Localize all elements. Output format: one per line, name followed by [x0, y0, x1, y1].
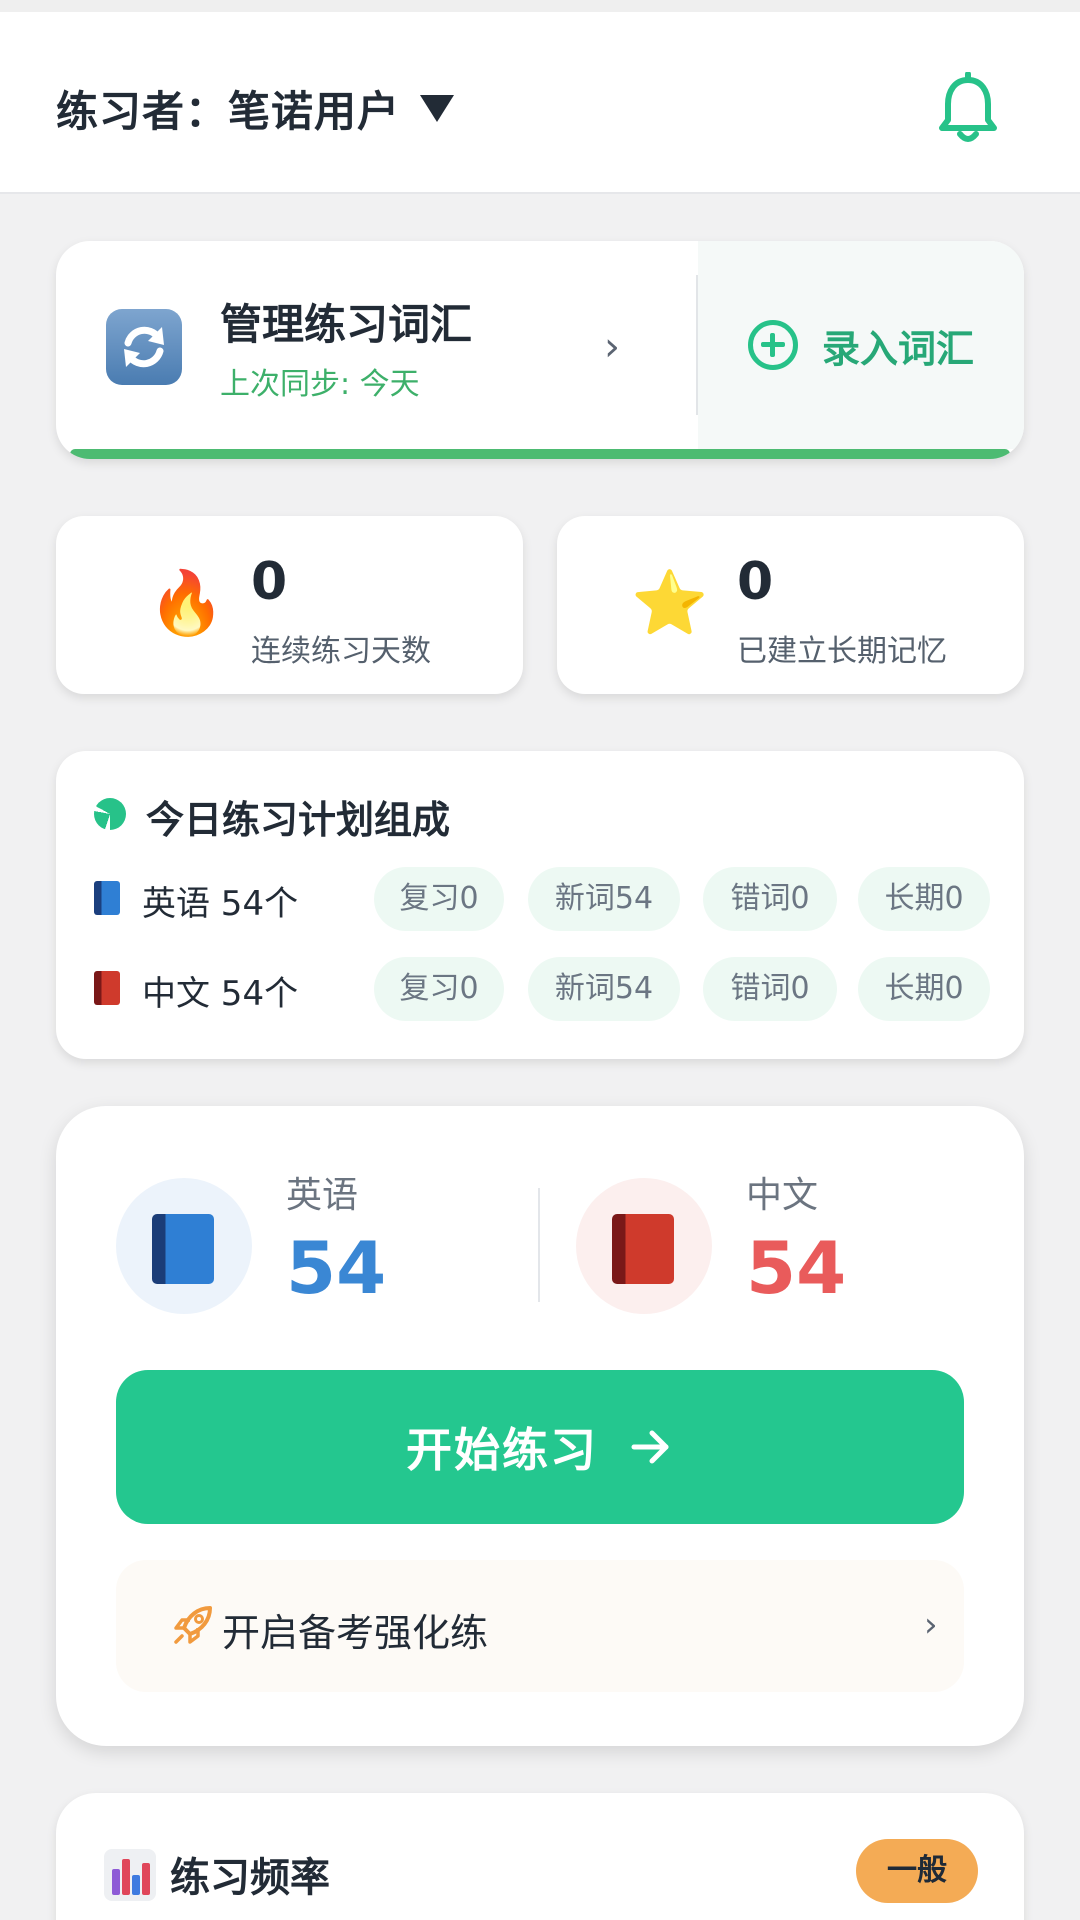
- add-vocab-label: 录入词汇: [822, 326, 975, 371]
- streak-label: 连续练习天数: [251, 634, 431, 669]
- bar-chart-icon: [104, 1849, 156, 1901]
- frequency-badge[interactable]: 一般: [856, 1839, 978, 1903]
- sync-progress-bar: [70, 449, 1010, 459]
- manage-title: 管理练习词汇: [220, 300, 473, 349]
- chip-wrong: 错词0: [703, 867, 837, 931]
- start-practice-button[interactable]: 开始练习: [116, 1370, 964, 1524]
- frequency-title: 练习频率: [170, 1855, 330, 1901]
- chip-review: 复习0: [374, 867, 504, 931]
- status-bar-strip: [0, 0, 1080, 12]
- fire-icon: 🔥: [148, 566, 226, 639]
- plan-card: 今日练习计划组成 英语 54个 复习0 新词54 错词0 长期0 中文 54个 …: [56, 751, 1024, 1059]
- chip-new: 新词54: [528, 957, 680, 1021]
- chip-new: 新词54: [528, 867, 680, 931]
- rocket-icon: [174, 1606, 212, 1644]
- blue-book-icon: [152, 1214, 214, 1284]
- practice-card: 英语 54 中文 54 开始练习 开启备考强化练 ›: [56, 1106, 1024, 1746]
- english-count: 54: [286, 1226, 387, 1310]
- add-vocab-button[interactable]: 录入词汇: [698, 241, 1024, 449]
- chinese-label: 中文: [746, 1175, 819, 1216]
- chip-wrong: 错词0: [703, 957, 837, 1021]
- sync-icon: [106, 309, 182, 385]
- plan-row-label: 英语 54个: [142, 884, 299, 924]
- user-selector[interactable]: 练习者：笔诺用户: [56, 78, 455, 139]
- memory-card: ⭐ 0 已建立长期记忆: [557, 516, 1024, 694]
- chevron-right-icon: ›: [924, 1605, 938, 1645]
- chip-longterm: 长期0: [858, 867, 990, 931]
- plan-row-english: 英语 54个 复习0 新词54 错词0 长期0: [94, 867, 1014, 931]
- chinese-book-badge: [576, 1178, 712, 1314]
- manage-vocab-button[interactable]: 管理练习词汇 上次同步: 今天 ›: [56, 241, 698, 449]
- start-practice-label: 开始练习: [406, 1423, 598, 1477]
- frequency-card: 练习频率 一般: [56, 1793, 1024, 1920]
- plus-circle-icon: [748, 320, 798, 370]
- chip-longterm: 长期0: [858, 957, 990, 1021]
- divider: [538, 1188, 540, 1302]
- caret-down-icon: [420, 95, 455, 122]
- arrow-right-icon: [631, 1430, 669, 1464]
- header-title: 练习者：笔诺用户: [56, 87, 401, 136]
- blue-book-icon: [94, 881, 120, 915]
- streak-value: 0: [251, 552, 288, 612]
- pie-chart-icon: [94, 798, 126, 830]
- memory-value: 0: [737, 552, 774, 612]
- chip-review: 复习0: [374, 957, 504, 1021]
- sync-status: 上次同步: 今天: [220, 367, 420, 402]
- plan-row-chinese: 中文 54个 复习0 新词54 错词0 长期0: [94, 957, 1014, 1021]
- chinese-count: 54: [746, 1226, 847, 1310]
- plan-row-label: 中文 54个: [142, 974, 299, 1014]
- top-header: 练习者：笔诺用户: [0, 12, 1080, 194]
- plan-title: 今日练习计划组成: [146, 798, 451, 842]
- exam-intensive-label: 开启备考强化练: [222, 1611, 489, 1655]
- star-icon: ⭐: [631, 566, 709, 639]
- english-label: 英语: [286, 1175, 359, 1216]
- bell-icon[interactable]: [936, 72, 1000, 148]
- memory-label: 已建立长期记忆: [737, 634, 947, 669]
- streak-card: 🔥 0 连续练习天数: [56, 516, 523, 694]
- exam-intensive-button[interactable]: 开启备考强化练 ›: [116, 1560, 964, 1692]
- red-book-icon: [94, 971, 120, 1005]
- chevron-right-icon: ›: [604, 324, 620, 370]
- english-book-badge: [116, 1178, 252, 1314]
- red-book-icon: [612, 1214, 674, 1284]
- manage-vocab-card: 管理练习词汇 上次同步: 今天 › 录入词汇: [56, 241, 1024, 459]
